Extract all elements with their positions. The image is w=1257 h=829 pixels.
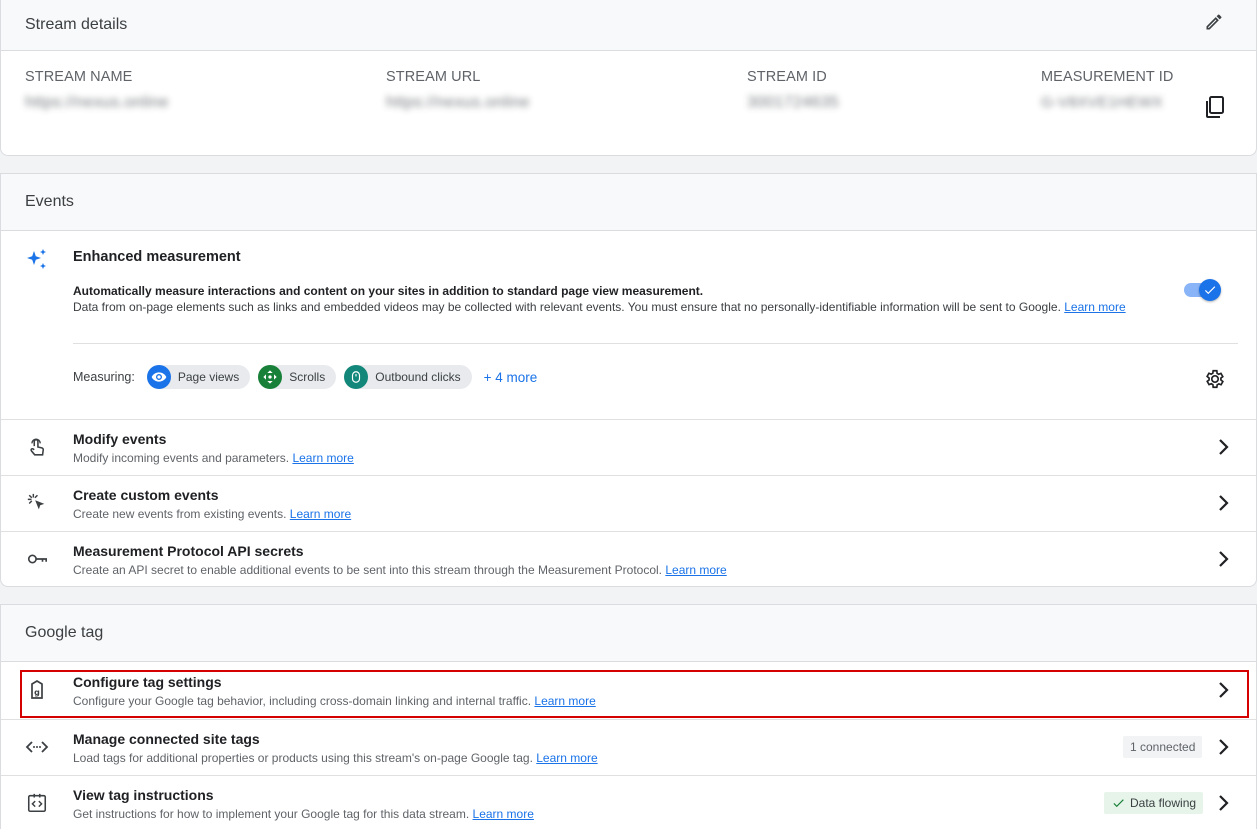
enhanced-measurement-section: Enhanced measurement Automatically measu… xyxy=(1,231,1256,419)
edit-stream-button[interactable] xyxy=(1202,10,1226,34)
row-desc-text: Get instructions for how to implement yo… xyxy=(73,807,470,821)
view-tag-instructions-row[interactable]: View tag instructions Get instructions f… xyxy=(1,775,1256,829)
chip-outbound-clicks[interactable]: Outbound clicks xyxy=(344,365,472,389)
stream-details-header: Stream details xyxy=(1,0,1256,51)
chevron-right-icon xyxy=(1219,682,1229,698)
scroll-arrows-icon xyxy=(258,365,283,389)
manage-connected-site-tags-row[interactable]: Manage connected site tags Load tags for… xyxy=(1,719,1256,775)
row-title: Manage connected site tags xyxy=(73,731,260,747)
row-title: Modify events xyxy=(73,431,167,447)
row-learn-more-link[interactable]: Learn more xyxy=(536,751,597,765)
measurement-id-label: MEASUREMENT ID xyxy=(1041,69,1174,85)
measuring-row: Measuring: Page views Scrolls Outbound c… xyxy=(73,365,537,389)
eye-icon xyxy=(146,365,171,389)
enhanced-measurement-toggle[interactable] xyxy=(1182,279,1221,301)
check-icon xyxy=(1113,799,1124,808)
code-doc-icon xyxy=(25,791,49,815)
configure-tag-settings-row[interactable]: g Configure tag settings Configure your … xyxy=(1,663,1256,719)
chip-label: Page views xyxy=(177,370,240,384)
touch-icon xyxy=(25,435,49,459)
row-title: View tag instructions xyxy=(73,787,214,803)
google-tag-title: Google tag xyxy=(25,624,104,641)
row-learn-more-link[interactable]: Learn more xyxy=(534,694,595,708)
row-description: Configure your Google tag behavior, incl… xyxy=(73,694,596,708)
check-icon xyxy=(1204,286,1216,295)
row-desc-text: Load tags for additional properties or p… xyxy=(73,751,533,765)
row-desc-text: Modify incoming events and parameters. xyxy=(73,451,290,465)
em-divider xyxy=(73,343,1238,344)
row-desc-text: Create an API secret to enable additiona… xyxy=(73,563,663,577)
tag-icon: g xyxy=(25,678,49,702)
em-desc-line1: Automatically measure interactions and c… xyxy=(73,284,704,298)
chip-scrolls[interactable]: Scrolls xyxy=(258,365,337,389)
mouse-icon xyxy=(344,365,369,389)
stream-name-value: https://nexus.online xyxy=(25,94,169,111)
enhanced-measurement-title: Enhanced measurement xyxy=(73,249,241,265)
row-description: Load tags for additional properties or p… xyxy=(73,751,598,765)
stream-url-field: STREAM URL https://nexus.online xyxy=(386,69,530,112)
modify-events-row[interactable]: Modify events Modify incoming events and… xyxy=(1,419,1256,475)
connected-count-badge: 1 connected xyxy=(1123,736,1203,758)
row-title: Measurement Protocol API secrets xyxy=(73,543,304,559)
row-desc-text: Create new events from existing events. xyxy=(73,507,287,521)
cursor-click-icon xyxy=(25,491,49,515)
pencil-icon xyxy=(1206,14,1222,30)
row-description: Modify incoming events and parameters. L… xyxy=(73,451,354,465)
stream-id-label: STREAM ID xyxy=(747,69,827,85)
stream-id-value: 3001724635 xyxy=(747,94,839,111)
stream-url-value: https://nexus.online xyxy=(386,94,530,111)
row-learn-more-link[interactable]: Learn more xyxy=(292,451,353,465)
copy-measurement-id-button[interactable] xyxy=(1204,95,1226,119)
data-flowing-badge: Data flowing xyxy=(1104,792,1204,814)
code-arrows-icon xyxy=(25,735,49,759)
enhanced-measurement-description: Automatically measure interactions and c… xyxy=(73,284,1158,315)
measurement-id-value: G-V8XVE1HEWX xyxy=(1041,94,1163,111)
row-title: Create custom events xyxy=(73,487,219,503)
row-description: Create an API secret to enable additiona… xyxy=(73,563,727,577)
google-tag-card: Google tag g Configure tag settings Conf… xyxy=(0,604,1257,829)
stream-details-title: Stream details xyxy=(25,15,128,33)
measurement-protocol-row[interactable]: Measurement Protocol API secrets Create … xyxy=(1,531,1256,587)
sparkle-icon xyxy=(25,248,49,272)
copy-icon xyxy=(1206,96,1224,118)
create-custom-events-row[interactable]: Create custom events Create new events f… xyxy=(1,475,1256,531)
events-card: Events Enhanced measurement Automaticall… xyxy=(0,173,1257,587)
more-measurements-link[interactable]: + 4 more xyxy=(484,370,538,385)
row-description: Create new events from existing events. … xyxy=(73,507,351,521)
stream-id-field: STREAM ID 3001724635 xyxy=(747,69,839,112)
measurement-id-field: MEASUREMENT ID G-V8XVE1HEWX xyxy=(1041,69,1173,111)
chevron-right-icon xyxy=(1219,551,1229,567)
chip-page-views[interactable]: Page views xyxy=(146,365,251,389)
events-header: Events xyxy=(1,174,1256,231)
data-flowing-label: Data flowing xyxy=(1130,796,1197,810)
chevron-right-icon xyxy=(1219,439,1229,455)
em-desc-line2: Data from on-page elements such as links… xyxy=(73,299,1061,314)
chevron-right-icon xyxy=(1219,739,1229,755)
row-learn-more-link[interactable]: Learn more xyxy=(473,807,534,821)
google-tag-header: Google tag xyxy=(1,605,1256,662)
stream-details-card: Stream details STREAM NAME https://nexus… xyxy=(0,0,1257,156)
svg-text:g: g xyxy=(34,688,40,697)
row-learn-more-link[interactable]: Learn more xyxy=(665,563,726,577)
row-desc-text: Configure your Google tag behavior, incl… xyxy=(73,694,532,708)
stream-name-field: STREAM NAME https://nexus.online xyxy=(25,69,169,112)
stream-name-label: STREAM NAME xyxy=(25,69,133,85)
chevron-right-icon xyxy=(1219,495,1229,511)
stream-url-label: STREAM URL xyxy=(386,69,481,85)
row-learn-more-link[interactable]: Learn more xyxy=(290,507,351,521)
chevron-right-icon xyxy=(1219,795,1229,811)
measuring-label: Measuring: xyxy=(73,370,135,384)
row-description: Get instructions for how to implement yo… xyxy=(73,807,534,821)
chip-label: Scrolls xyxy=(289,370,326,384)
key-icon xyxy=(25,547,49,571)
gear-icon xyxy=(1206,369,1224,389)
em-learn-more-link[interactable]: Learn more xyxy=(1064,300,1125,314)
row-title: Configure tag settings xyxy=(73,674,222,690)
chip-label: Outbound clicks xyxy=(375,370,461,384)
enhanced-measurement-settings-button[interactable] xyxy=(1204,368,1226,390)
events-title: Events xyxy=(25,193,74,210)
